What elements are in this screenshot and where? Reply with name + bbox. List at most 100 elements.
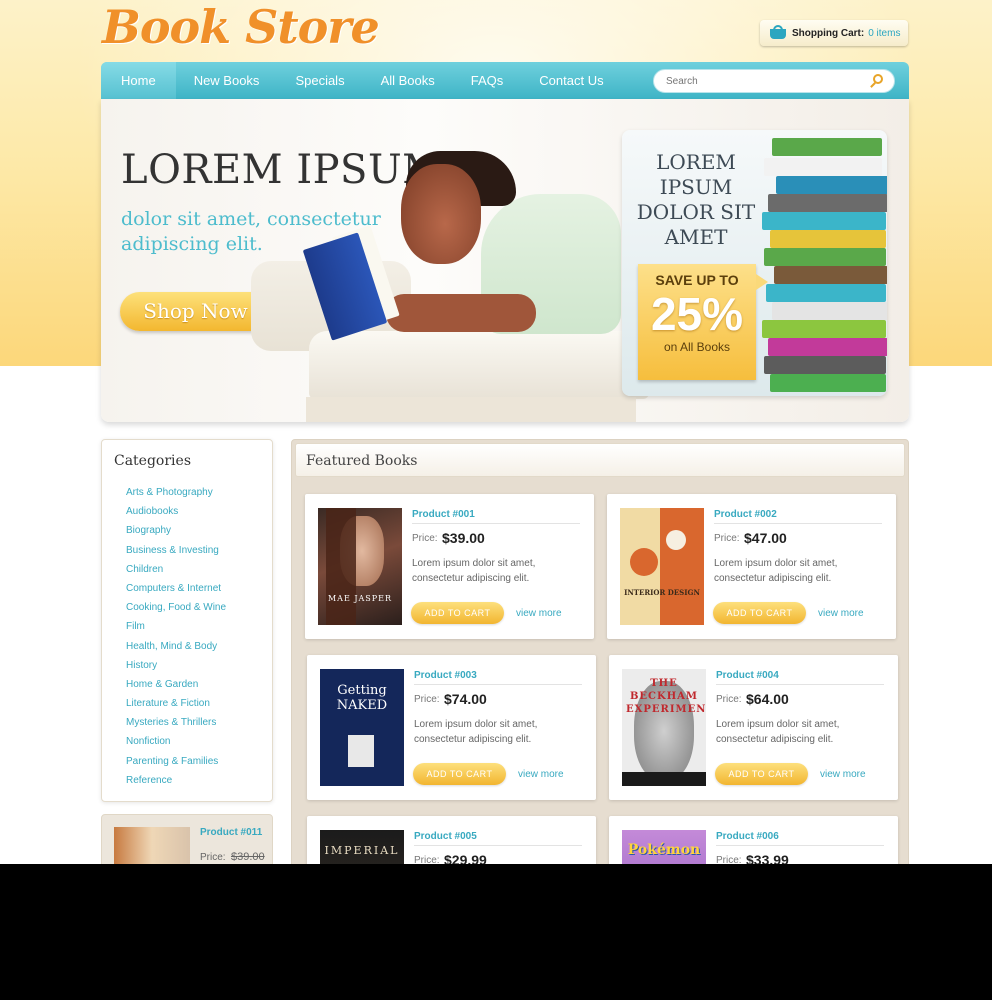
product-name[interactable]: Product #004 — [716, 670, 779, 681]
featured-books-panel: Featured Books MAE JASPER Product #001 P… — [291, 439, 909, 961]
product-description: Lorem ipsum dolor sit amet, consectetur … — [714, 558, 838, 584]
price-label: Price: — [412, 533, 438, 544]
product-name[interactable]: Product #006 — [716, 831, 779, 842]
sidebar-product-name[interactable]: Product #011 — [200, 827, 262, 838]
product-price: $64.00 — [746, 691, 789, 707]
nav-faqs[interactable]: FAQs — [453, 62, 522, 99]
price-label: Price: — [714, 533, 740, 544]
promo-save-label: SAVE UP TO — [655, 272, 739, 288]
product-description: Lorem ipsum dolor sit amet, consectetur … — [716, 719, 840, 745]
divider — [716, 684, 884, 685]
categories-panel: Categories Arts & Photography Audiobooks… — [101, 439, 273, 802]
nav-contact-us[interactable]: Contact Us — [521, 62, 621, 99]
book-cover-title: INTERIOR DESIGN — [624, 588, 700, 597]
divider — [414, 684, 582, 685]
view-more-link[interactable]: view more — [818, 608, 864, 619]
book-cover[interactable]: MAE JASPER — [318, 508, 402, 625]
divider — [716, 845, 884, 846]
book-cover-title: MAE JASPER — [327, 594, 393, 603]
product-card: INTERIOR DESIGN Product #002 Price: $47.… — [607, 494, 896, 639]
add-to-cart-button[interactable]: ADD TO CART — [713, 602, 806, 624]
category-link[interactable]: Reference — [126, 771, 226, 790]
categories-title: Categories — [114, 453, 191, 469]
reader-head — [401, 164, 481, 264]
category-link[interactable]: Audiobooks — [126, 502, 226, 521]
promo-note: on All Books — [663, 340, 731, 354]
category-link[interactable]: Home & Garden — [126, 675, 226, 694]
divider — [414, 845, 582, 846]
search-box — [653, 69, 895, 93]
search-icon[interactable] — [870, 74, 884, 88]
product-price: $39.00 — [442, 530, 485, 546]
category-link[interactable]: Computers & Internet — [126, 579, 226, 598]
book-cover-title: THE BECKHAM EXPERIMENT — [626, 678, 706, 715]
promo-percent: 25% — [650, 288, 744, 340]
add-to-cart-button[interactable]: ADD TO CART — [413, 763, 506, 785]
product-description: Lorem ipsum dolor sit amet, consectetur … — [412, 558, 536, 584]
book-cover[interactable]: THE BECKHAM EXPERIMENT — [622, 669, 706, 786]
category-link[interactable]: Nonfiction — [126, 732, 226, 751]
cart-icon — [768, 25, 788, 41]
product-description: Lorem ipsum dolor sit amet, consectetur … — [414, 719, 538, 745]
sofa-base — [306, 397, 636, 422]
hero-title: LOREM IPSUM — [121, 147, 444, 193]
view-more-link[interactable]: view more — [516, 608, 562, 619]
sofa-cushion — [309, 331, 649, 399]
category-list: Arts & Photography Audiobooks Biography … — [126, 483, 226, 790]
book-stack-image — [762, 130, 887, 396]
nav-specials[interactable]: Specials — [277, 62, 362, 99]
category-link[interactable]: Biography — [126, 521, 226, 540]
view-more-link[interactable]: view more — [820, 769, 866, 780]
nav-home[interactable]: Home — [101, 62, 176, 99]
product-card: THE BECKHAM EXPERIMENT Product #004 Pric… — [609, 655, 898, 800]
product-name[interactable]: Product #002 — [714, 509, 777, 520]
promo-title: LOREM IPSUM DOLOR SIT AMET — [636, 150, 756, 249]
book-cover-title: Getting NAKED — [336, 683, 388, 713]
promo-badge: SAVE UP TO 25% on All Books — [638, 264, 768, 380]
price-label: Price: — [414, 694, 440, 705]
category-link[interactable]: Cooking, Food & Wine — [126, 598, 226, 617]
featured-title: Featured Books — [306, 453, 418, 469]
book-cover-title: IMPERIAL — [324, 844, 400, 857]
sidebar-product-price: $39.00 — [231, 851, 265, 863]
product-name[interactable]: Product #005 — [414, 831, 477, 842]
book-cover-title: Pokémon — [627, 842, 701, 858]
promo-box[interactable]: LOREM IPSUM DOLOR SIT AMET SAVE UP TO 25… — [622, 130, 887, 396]
category-link[interactable]: Business & Investing — [126, 541, 226, 560]
book-cover[interactable]: Getting NAKED — [320, 669, 404, 786]
nav-all-books[interactable]: All Books — [363, 62, 453, 99]
category-link[interactable]: Parenting & Families — [126, 752, 226, 771]
reader-arm — [386, 294, 536, 332]
cart-label: Shopping Cart: — [792, 27, 865, 39]
site-logo[interactable]: Book Store — [102, 0, 380, 54]
shop-now-button[interactable]: Shop Now — [120, 292, 271, 331]
category-link[interactable]: Film — [126, 617, 226, 636]
view-more-link[interactable]: view more — [518, 769, 564, 780]
product-card: MAE JASPER Product #001 Price: $39.00 Lo… — [305, 494, 594, 639]
search-input[interactable] — [654, 70, 854, 92]
book-cover[interactable]: INTERIOR DESIGN — [620, 508, 704, 625]
cart-count-link[interactable]: 0 items — [868, 28, 900, 39]
product-name[interactable]: Product #003 — [414, 670, 477, 681]
category-link[interactable]: Mysteries & Thrillers — [126, 713, 226, 732]
featured-header: Featured Books — [295, 443, 905, 477]
product-card: Getting NAKED Product #003 Price: $74.00… — [307, 655, 596, 800]
letterbox-bar — [0, 864, 992, 1000]
main-nav: Home New Books Specials All Books FAQs C… — [101, 62, 909, 99]
nav-new-books[interactable]: New Books — [176, 62, 278, 99]
product-price: $74.00 — [444, 691, 487, 707]
sidebar-price-label: Price: — [200, 852, 226, 863]
product-name[interactable]: Product #001 — [412, 509, 475, 520]
category-link[interactable]: History — [126, 656, 226, 675]
category-link[interactable]: Children — [126, 560, 226, 579]
add-to-cart-button[interactable]: ADD TO CART — [411, 602, 504, 624]
category-link[interactable]: Arts & Photography — [126, 483, 226, 502]
hero-banner: LOREM IPSUM dolor sit amet, consectetur … — [101, 99, 909, 422]
category-link[interactable]: Literature & Fiction — [126, 694, 226, 713]
price-label: Price: — [716, 694, 742, 705]
category-link[interactable]: Health, Mind & Body — [126, 637, 226, 656]
product-price: $47.00 — [744, 530, 787, 546]
divider — [714, 523, 882, 524]
shopping-cart[interactable]: Shopping Cart: 0 items — [760, 20, 908, 46]
add-to-cart-button[interactable]: ADD TO CART — [715, 763, 808, 785]
